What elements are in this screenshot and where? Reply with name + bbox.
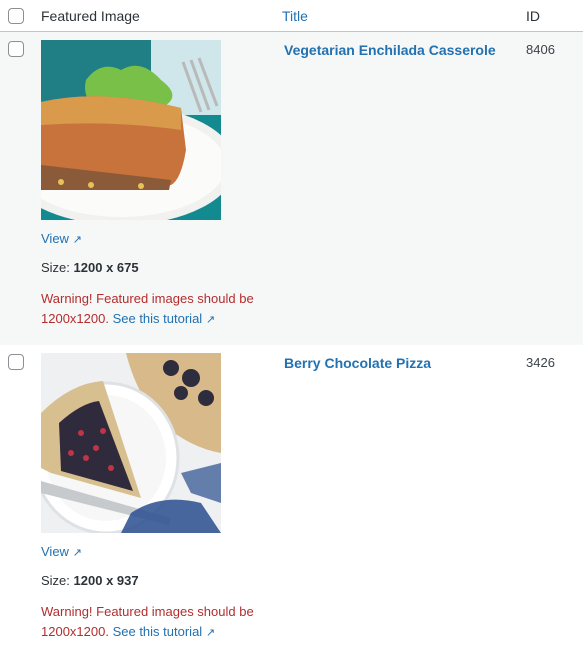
column-id: ID [526,8,540,24]
view-image-link[interactable]: View ↗ [41,231,82,248]
external-link-icon: ↗ [72,234,82,246]
column-title-sort[interactable]: Title [282,7,308,25]
image-size: Size: 1200 x 675 [41,260,139,275]
tutorial-link[interactable]: See this tutorial ↗ [113,311,215,326]
berry-pizza-image [41,353,221,533]
view-image-link[interactable]: View ↗ [41,544,82,561]
post-title-link[interactable]: Berry Chocolate Pizza [284,354,431,372]
size-warning: Warning! Featured images should be 1200x… [41,291,254,326]
image-size-value: 1200 x 675 [73,260,139,275]
table-row: View ↗ Size: 1200 x 675 Warning! Feature… [0,32,583,345]
size-warning: Warning! Featured images should be 1200x… [41,604,254,639]
select-all-checkbox[interactable] [8,8,24,24]
posts-table: Featured Image Title ID View ↗ Size: 120… [0,0,583,653]
external-link-icon: ↗ [72,547,82,559]
row-checkbox[interactable] [8,354,24,370]
featured-image-thumbnail[interactable] [41,40,221,220]
featured-image-thumbnail[interactable] [41,353,221,533]
post-title-link[interactable]: Vegetarian Enchilada Casserole [284,41,496,59]
tutorial-link[interactable]: See this tutorial ↗ [113,624,215,639]
image-size: Size: 1200 x 937 [41,573,139,588]
table-header: Featured Image Title ID [0,0,583,32]
external-link-icon: ↗ [205,627,216,639]
post-id: 8406 [526,42,555,57]
table-row: View ↗ Size: 1200 x 937 Warning! Feature… [0,345,583,653]
external-link-icon: ↗ [205,314,216,326]
post-id: 3426 [526,355,555,370]
enchilada-image [41,40,221,220]
column-featured-image: Featured Image [41,8,140,24]
image-size-value: 1200 x 937 [73,573,139,588]
row-checkbox[interactable] [8,41,24,57]
